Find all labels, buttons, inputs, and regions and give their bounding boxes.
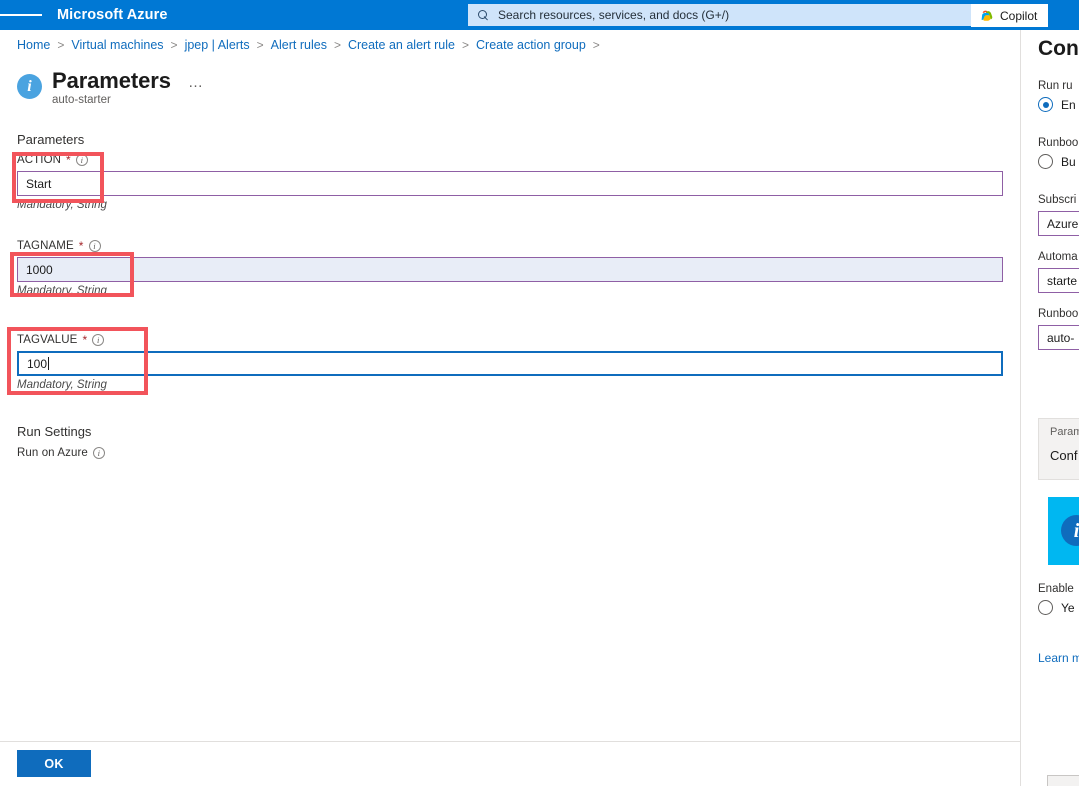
field-tagname-label-text: TAGNAME xyxy=(17,240,74,252)
copilot-icon xyxy=(981,10,993,21)
automation-account-value: starte xyxy=(1047,273,1078,288)
info-tooltip-icon[interactable]: i xyxy=(92,447,105,459)
hamburger-menu-icon[interactable] xyxy=(0,0,42,30)
radio-enabled-icon[interactable] xyxy=(1038,97,1053,112)
run-runbook-enabled-label: En xyxy=(1061,97,1076,112)
field-action-label: ACTION * i xyxy=(17,152,1003,168)
required-marker: * xyxy=(66,153,71,167)
breadcrumb-separator: > xyxy=(170,38,178,52)
configure-runbook-blade: Con Run ru En Runboo Bu Subscri Azure Au… xyxy=(1020,30,1079,786)
breadcrumb-item-alert-rules[interactable]: Alert rules xyxy=(271,38,327,52)
required-marker: * xyxy=(78,239,84,253)
runbook-value: auto- xyxy=(1047,330,1075,345)
run-on-azure-label: Run on Azure i xyxy=(17,445,105,461)
enable-yes-radio-row[interactable]: Ye xyxy=(1038,600,1075,615)
runbook-source-label: Runboo xyxy=(1038,137,1079,149)
parameters-section-title: Parameters xyxy=(17,132,85,147)
field-tagvalue-input[interactable]: 100 xyxy=(17,351,1003,376)
hamburger-bar xyxy=(14,14,28,16)
info-icon: i xyxy=(1061,515,1079,546)
breadcrumb: Home > Virtual machines > jpep | Alerts … xyxy=(0,30,1020,60)
info-tooltip-icon[interactable]: i xyxy=(92,334,105,346)
subscription-value: Azure xyxy=(1047,216,1079,231)
blade-footer-button[interactable] xyxy=(1047,775,1079,786)
copilot-label: Copilot xyxy=(1000,8,1038,23)
breadcrumb-item-home[interactable]: Home xyxy=(17,38,50,52)
info-banner: i xyxy=(1048,497,1079,565)
field-tagvalue: TAGVALUE * i 100 Mandatory, String xyxy=(17,332,1003,391)
run-runbook-label: Run ru xyxy=(1038,80,1073,92)
runbook-label: Runboo xyxy=(1038,308,1079,320)
parameters-card: Param Conf xyxy=(1038,418,1079,480)
breadcrumb-separator: > xyxy=(592,38,600,52)
copilot-button[interactable]: Copilot xyxy=(971,4,1049,27)
hamburger-bar xyxy=(0,14,14,16)
automation-account-label: Automa xyxy=(1038,251,1078,263)
radio-builtin-icon[interactable] xyxy=(1038,154,1053,169)
breadcrumb-item-jpep-alerts[interactable]: jpep | Alerts xyxy=(185,38,250,52)
run-settings-section-title: Run Settings xyxy=(17,424,92,439)
breadcrumb-separator: > xyxy=(461,38,469,52)
info-glyph: i xyxy=(27,77,32,95)
field-tagname-value: 1000 xyxy=(26,262,53,277)
breadcrumb-item-create-an-alert-rule[interactable]: Create an alert rule xyxy=(348,38,455,52)
runbook-builtin-radio-row[interactable]: Bu xyxy=(1038,154,1076,169)
text-caret xyxy=(48,357,50,370)
info-glyph: i xyxy=(1073,519,1079,542)
field-tagname: TAGNAME * i 1000 Mandatory, String xyxy=(17,238,1003,297)
field-tagvalue-value: 100 xyxy=(27,356,48,371)
search-icon xyxy=(478,9,489,21)
page-subtitle: auto-starter xyxy=(52,94,111,106)
info-icon: i xyxy=(17,74,42,99)
search-placeholder-text: Search resources, services, and docs (G+… xyxy=(498,8,730,22)
breadcrumb-item-create-action-group[interactable]: Create action group xyxy=(476,38,586,52)
blade-title: Con xyxy=(1038,37,1079,60)
page-header: i Parameters … auto-starter xyxy=(0,64,1020,108)
info-tooltip-icon[interactable]: i xyxy=(88,240,101,252)
field-action-value: Start xyxy=(26,176,52,191)
runbook-builtin-label: Bu xyxy=(1061,154,1076,169)
field-action-input[interactable]: Start xyxy=(17,171,1003,196)
enable-label: Enable xyxy=(1038,583,1074,595)
field-action-label-text: ACTION xyxy=(17,154,62,166)
field-tagvalue-label: TAGVALUE * i xyxy=(17,332,1003,348)
more-actions-button[interactable]: … xyxy=(188,75,204,90)
subscription-label: Subscri xyxy=(1038,194,1077,206)
field-tagvalue-help: Mandatory, String xyxy=(17,379,107,391)
radio-yes-icon[interactable] xyxy=(1038,600,1053,615)
page-title: Parameters xyxy=(52,68,171,93)
field-action-help: Mandatory, String xyxy=(17,199,107,211)
runbook-select[interactable]: auto- xyxy=(1038,325,1079,350)
learn-more-link[interactable]: Learn m xyxy=(1038,651,1079,665)
parameters-card-label: Param xyxy=(1050,426,1079,438)
azure-top-bar: Microsoft Azure Search resources, servic… xyxy=(0,0,1079,30)
breadcrumb-separator: > xyxy=(57,38,65,52)
breadcrumb-separator: > xyxy=(256,38,264,52)
required-marker: * xyxy=(82,333,88,347)
field-tagname-help: Mandatory, String xyxy=(17,285,107,297)
ok-button[interactable]: OK xyxy=(17,750,91,777)
enable-yes-label: Ye xyxy=(1061,600,1075,615)
field-tagname-input[interactable]: 1000 xyxy=(17,257,1003,282)
parameters-form: Parameters ACTION * i Start Mandatory, S… xyxy=(0,126,1020,741)
field-action: ACTION * i Start Mandatory, String xyxy=(17,152,1003,211)
field-tagname-label: TAGNAME * i xyxy=(17,238,1003,254)
form-footer: OK xyxy=(0,741,1020,786)
breadcrumb-separator: > xyxy=(333,38,341,52)
info-tooltip-icon[interactable]: i xyxy=(75,154,88,166)
global-search-input[interactable]: Search resources, services, and docs (G+… xyxy=(468,4,976,26)
run-on-azure-label-text: Run on Azure xyxy=(17,447,88,459)
subscription-select[interactable]: Azure xyxy=(1038,211,1079,236)
automation-account-select[interactable]: starte xyxy=(1038,268,1079,293)
azure-brand-title[interactable]: Microsoft Azure xyxy=(57,7,168,23)
run-runbook-enabled-radio-row[interactable]: En xyxy=(1038,97,1076,112)
hamburger-bar xyxy=(28,14,42,16)
configure-parameters-link[interactable]: Conf xyxy=(1050,448,1077,463)
field-tagvalue-label-text: TAGVALUE xyxy=(17,334,78,346)
breadcrumb-item-virtual-machines[interactable]: Virtual machines xyxy=(71,38,163,52)
